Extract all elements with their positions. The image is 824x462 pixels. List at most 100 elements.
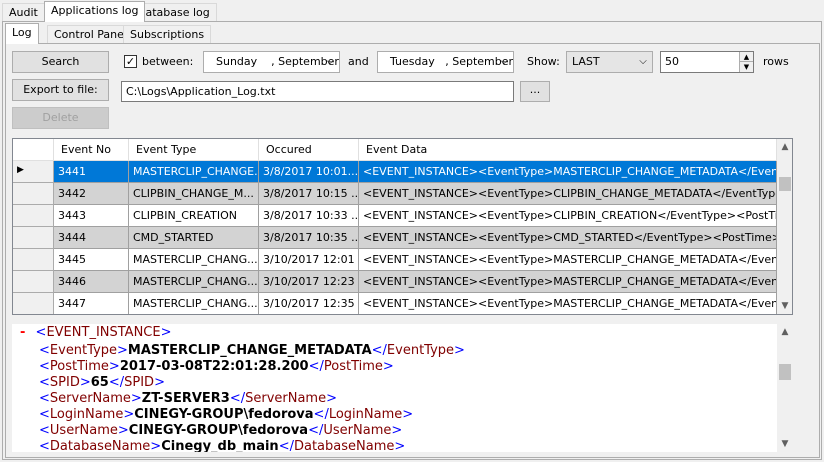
xml-value: CINEGY-GROUP\fedorova <box>128 423 309 438</box>
row-selector[interactable] <box>13 227 54 249</box>
xml-viewer: - <EVENT_INSTANCE> <EventType>MASTERCLIP… <box>12 324 793 452</box>
row-selector[interactable] <box>13 205 54 227</box>
rows-stepper[interactable]: 50 ▲ ▼ <box>660 51 754 73</box>
row-selector[interactable]: ▶ <box>13 161 54 183</box>
scroll-thumb[interactable] <box>779 364 791 380</box>
cell-occured[interactable]: 3/8/2017 10:15 ... <box>259 183 359 205</box>
grid-corner <box>13 139 54 161</box>
chevron-down-icon: ⌵ <box>326 56 334 67</box>
cell-occured[interactable]: 3/8/2017 10:35 ... <box>259 227 359 249</box>
xml-line: <LoginName>CINEGY-GROUP\fedorova</LoginN… <box>39 407 414 422</box>
cell-occured[interactable]: 3/8/2017 10:33 ... <box>259 205 359 227</box>
xml-tag: PostTime <box>323 359 383 374</box>
xml-line: <UserName>CINEGY-GROUP\fedorova</UserNam… <box>39 423 403 438</box>
xml-value: MASTERCLIP_CHANGE_METADATA <box>127 343 372 358</box>
cell-event-no[interactable]: 3444 <box>54 227 129 249</box>
cell-event-no[interactable]: 3445 <box>54 249 129 271</box>
and-label: and <box>348 55 369 68</box>
cell-event-data[interactable]: <EVENT_INSTANCE><EventType>MASTERCLIP_CH… <box>359 249 777 271</box>
cell-event-no[interactable]: 3442 <box>54 183 129 205</box>
show-select-value: LAST <box>572 55 600 68</box>
tab-audit[interactable]: Audit <box>2 3 45 23</box>
date-from-value: Sunday , September <box>216 55 339 68</box>
xml-scrollbar[interactable]: ▲ ▼ <box>777 324 793 452</box>
row-selector[interactable] <box>13 293 54 314</box>
current-row-icon: ▶ <box>17 165 24 175</box>
xml-tag: SPID <box>49 375 80 390</box>
xml-line: <PostTime>2017-03-08T22:01:28.200</PostT… <box>39 359 394 374</box>
cell-event-no[interactable]: 3446 <box>54 271 129 293</box>
events-grid: Event No Event Type Occured Event Data ▶… <box>12 138 793 315</box>
chevron-down-icon: ⌵ <box>639 56 647 67</box>
col-header-event-type[interactable]: Event Type <box>129 139 259 161</box>
date-to-picker[interactable]: Tuesday , September ⌵ <box>377 51 514 73</box>
xml-value: Cinegy_db_main <box>161 439 279 452</box>
row-selector[interactable] <box>13 183 54 205</box>
xml-tag: PostTime <box>49 359 109 374</box>
xml-value: 2017-03-08T22:01:28.200 <box>119 359 309 374</box>
xml-line: <SPID>65</SPID> <box>39 375 165 390</box>
cell-event-data[interactable]: <EVENT_INSTANCE><EventType>CLIPBIN_CREAT… <box>359 205 777 227</box>
xml-tag: DatabaseName <box>49 439 151 452</box>
search-button[interactable]: Search <box>12 51 109 73</box>
cell-occured[interactable]: 3/10/2017 12:01 ... <box>259 249 359 271</box>
tab-control-panel[interactable]: Control Panel <box>47 25 134 45</box>
xml-line: <ServerName>ZT-SERVER3</ServerName> <box>39 391 337 406</box>
cell-event-type[interactable]: MASTERCLIP_CHANGE... <box>129 161 259 183</box>
cell-event-type[interactable]: MASTERCLIP_CHANG... <box>129 249 259 271</box>
grid-scrollbar[interactable]: ▲ ▼ <box>777 139 792 314</box>
cell-occured[interactable]: 3/8/2017 10:01... <box>259 161 359 183</box>
cell-event-data[interactable]: <EVENT_INSTANCE><EventType>CLIPBIN_CHANG… <box>359 183 777 205</box>
cell-event-type[interactable]: CLIPBIN_CREATION <box>129 205 259 227</box>
date-to-value: Tuesday , September <box>390 55 514 68</box>
browse-button[interactable]: ... <box>520 81 550 102</box>
collapse-icon[interactable]: - <box>20 325 25 340</box>
stepper-down-icon[interactable]: ▼ <box>739 62 753 72</box>
scroll-down-icon[interactable]: ▼ <box>777 436 793 452</box>
date-from-picker[interactable]: Sunday , September ⌵ <box>203 51 340 73</box>
xml-value: 65 <box>90 375 109 390</box>
export-to-file-button[interactable]: Export to file: <box>12 79 109 101</box>
stepper-up-icon[interactable]: ▲ <box>739 52 753 62</box>
scroll-up-icon[interactable]: ▲ <box>777 139 792 155</box>
col-header-event-data[interactable]: Event Data <box>359 139 777 161</box>
row-selector[interactable] <box>13 249 54 271</box>
scroll-down-icon[interactable]: ▼ <box>777 298 792 314</box>
col-header-event-no[interactable]: Event No <box>54 139 129 161</box>
xml-tag: SPID <box>124 375 155 390</box>
xml-tag: UserName <box>323 423 392 438</box>
xml-value: ZT-SERVER3 <box>141 391 230 406</box>
tab-log[interactable]: Log <box>5 23 39 44</box>
xml-tag: LoginName <box>49 407 124 422</box>
xml-line: <DatabaseName>Cinegy_db_main</DatabaseNa… <box>39 439 406 452</box>
export-path-field[interactable]: C:\Logs\Application_Log.txt <box>121 81 514 102</box>
cell-event-data[interactable]: <EVENT_INSTANCE><EventType>MASTERCLIP_CH… <box>359 161 777 183</box>
delete-button[interactable]: Delete <box>12 107 109 129</box>
xml-tag: UserName <box>49 423 118 438</box>
cell-event-data[interactable]: <EVENT_INSTANCE><EventType>MASTERCLIP_CH… <box>359 293 777 314</box>
row-selector[interactable] <box>13 271 54 293</box>
tab-subscriptions[interactable]: Subscriptions <box>123 25 212 45</box>
between-label: between: <box>142 55 194 68</box>
cell-event-data[interactable]: <EVENT_INSTANCE><EventType>MASTERCLIP_CH… <box>359 271 777 293</box>
cell-event-type[interactable]: CLIPBIN_CHANGE_M... <box>129 183 259 205</box>
scroll-up-icon[interactable]: ▲ <box>777 324 793 340</box>
cell-occured[interactable]: 3/10/2017 12:35 ... <box>259 293 359 314</box>
scroll-thumb[interactable] <box>779 177 791 191</box>
show-select[interactable]: LAST ⌵ <box>566 51 653 73</box>
cell-occured[interactable]: 3/10/2017 12:23 ... <box>259 271 359 293</box>
cell-event-data[interactable]: <EVENT_INSTANCE><EventType>CMD_STARTED</… <box>359 227 777 249</box>
col-header-occured[interactable]: Occured <box>259 139 359 161</box>
cell-event-no[interactable]: 3443 <box>54 205 129 227</box>
xml-tag: ServerName <box>245 391 327 406</box>
cell-event-type[interactable]: MASTERCLIP_CHANG... <box>129 271 259 293</box>
between-checkbox[interactable]: ✓ <box>124 55 137 68</box>
rows-label: rows <box>763 55 789 68</box>
cell-event-type[interactable]: MASTERCLIP_CHANG... <box>129 293 259 314</box>
cell-event-no[interactable]: 3447 <box>54 293 129 314</box>
xml-tag: DatabaseName <box>293 439 395 452</box>
tab-applications-log[interactable]: Applications log <box>44 1 146 22</box>
cell-event-type[interactable]: CMD_STARTED <box>129 227 259 249</box>
cell-event-no[interactable]: 3441 <box>54 161 129 183</box>
xml-value: CINEGY-GROUP\fedorova <box>134 407 314 422</box>
